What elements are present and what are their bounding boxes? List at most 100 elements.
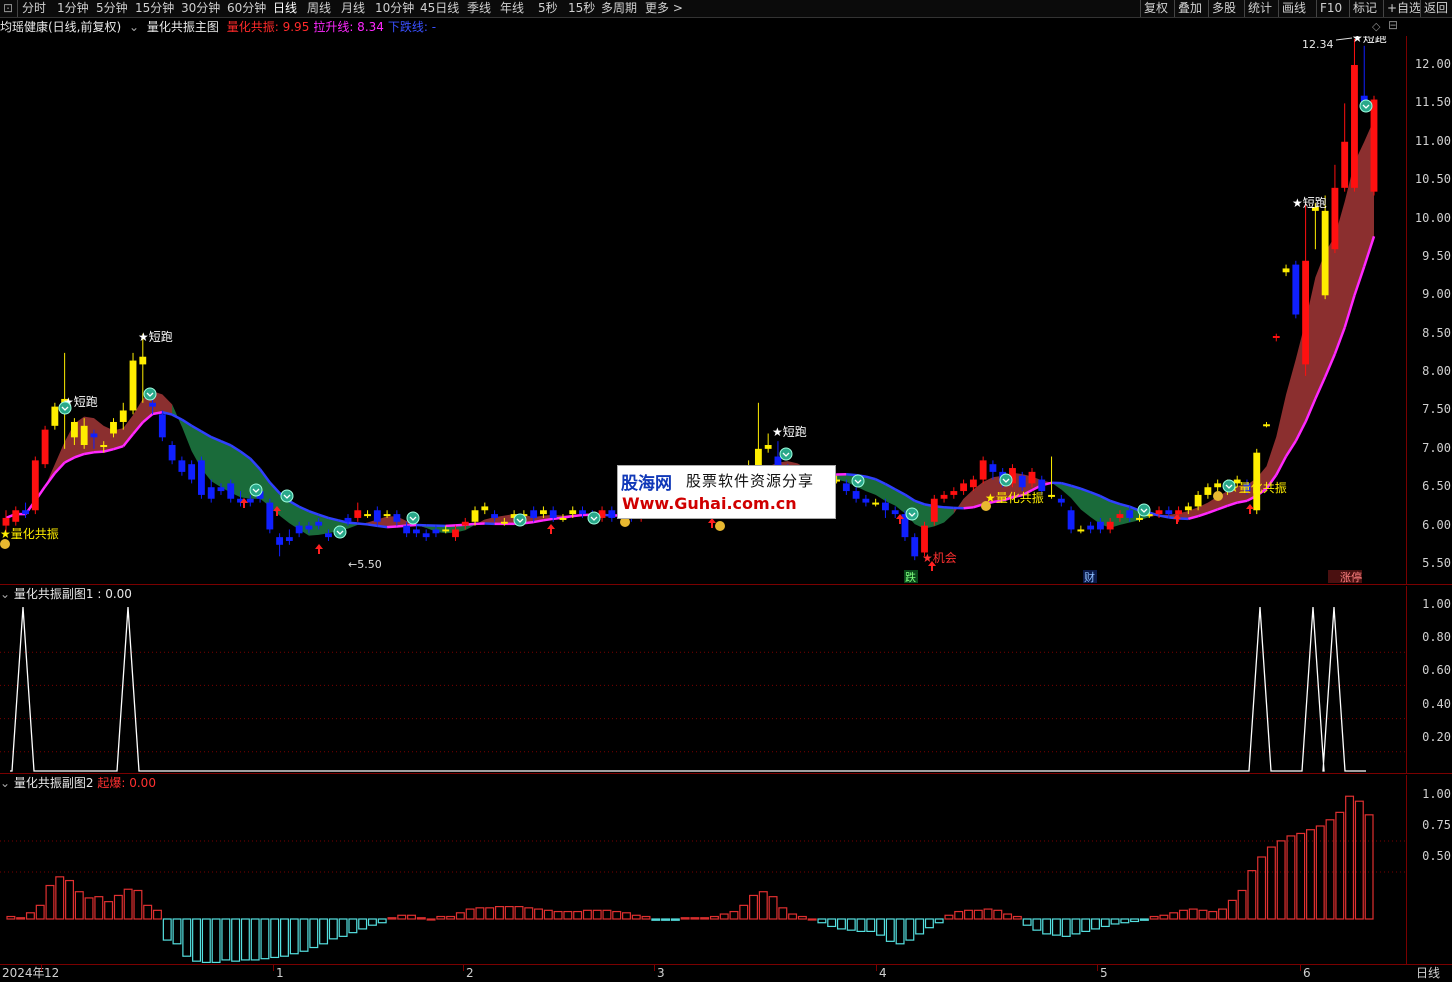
candle-body[interactable] <box>1283 268 1290 272</box>
candle-body[interactable] <box>22 510 29 514</box>
candle-body[interactable] <box>178 460 185 472</box>
candle-body[interactable] <box>32 460 39 510</box>
candle-body[interactable] <box>110 422 117 434</box>
candle-body[interactable] <box>560 518 567 520</box>
indicator-name[interactable]: 量化共振主图 <box>147 20 219 34</box>
candle-body[interactable] <box>579 510 586 514</box>
candle-body[interactable] <box>892 510 899 514</box>
candle-body[interactable] <box>1117 514 1124 518</box>
candle-body[interactable] <box>1126 510 1133 518</box>
candle-body[interactable] <box>91 433 98 437</box>
candle-body[interactable] <box>941 495 948 499</box>
toolbar-button-7[interactable]: +自选 <box>1387 0 1421 17</box>
collapse-icon[interactable]: ⌄ <box>0 587 10 601</box>
candle-body[interactable] <box>286 537 293 541</box>
candle-body[interactable] <box>51 407 58 426</box>
candle-body[interactable] <box>1068 510 1075 529</box>
candle-body[interactable] <box>1331 188 1338 249</box>
sub1-line-chart[interactable] <box>0 600 1406 773</box>
candle-body[interactable] <box>882 503 889 511</box>
collapse-icon[interactable]: ⌄ <box>0 776 10 790</box>
candle-body[interactable] <box>71 422 78 437</box>
tab-0[interactable]: 分时 <box>22 0 46 17</box>
candle-body[interactable] <box>1029 472 1036 484</box>
tab-13[interactable]: 5秒 <box>538 0 558 17</box>
candle-body[interactable] <box>345 518 352 522</box>
candle-body[interactable] <box>227 483 234 498</box>
candle-body[interactable] <box>393 514 400 522</box>
candle-body[interactable] <box>218 487 225 491</box>
candle-body[interactable] <box>354 510 361 518</box>
tab-8[interactable]: 月线 <box>341 0 365 17</box>
toolbar-button-5[interactable]: F10 <box>1320 0 1342 17</box>
candle-body[interactable] <box>305 526 312 530</box>
candle-body[interactable] <box>921 526 928 553</box>
candle-body[interactable] <box>1351 65 1358 188</box>
tab-14[interactable]: 15秒 <box>568 0 595 17</box>
candle-body[interactable] <box>42 430 49 465</box>
candle-body[interactable] <box>530 510 537 518</box>
candle-body[interactable] <box>1156 510 1163 514</box>
candle-body[interactable] <box>325 533 332 537</box>
sub2-name[interactable]: 量化共振副图2 <box>14 776 94 790</box>
candle-body[interactable] <box>452 529 459 537</box>
tab-2[interactable]: 5分钟 <box>96 0 128 17</box>
candle-body[interactable] <box>1341 142 1348 188</box>
candle-body[interactable] <box>931 499 938 522</box>
tab-3[interactable]: 15分钟 <box>135 0 174 17</box>
candle-body[interactable] <box>950 491 957 495</box>
candle-body[interactable] <box>188 464 195 479</box>
toolbar-button-1[interactable]: 叠加 <box>1178 0 1202 17</box>
candle-body[interactable] <box>843 483 850 491</box>
candle-body[interactable] <box>1048 495 1055 497</box>
candle-body[interactable] <box>1185 506 1192 510</box>
candle-body[interactable] <box>413 529 420 533</box>
candle-body[interactable] <box>433 529 440 533</box>
period-label[interactable]: 日线 <box>1416 965 1440 981</box>
candle-body[interactable] <box>1273 336 1280 338</box>
candle-body[interactable] <box>384 514 391 516</box>
tab-9[interactable]: 10分钟 <box>375 0 414 17</box>
candle-body[interactable] <box>550 510 557 518</box>
tab-11[interactable]: 季线 <box>467 0 491 17</box>
candle-body[interactable] <box>139 357 146 365</box>
toolbar-button-0[interactable]: 复权 <box>1144 0 1168 17</box>
candle-body[interactable] <box>853 491 860 499</box>
candle-body[interactable] <box>501 522 508 524</box>
candle-body[interactable] <box>1107 522 1114 530</box>
candle-body[interactable] <box>472 510 479 522</box>
candle-body[interactable] <box>374 510 381 522</box>
close-panel-icon[interactable]: ⊟ <box>1388 18 1398 32</box>
collapse-icon[interactable]: ⌄ <box>129 20 139 34</box>
candle-body[interactable] <box>208 487 215 499</box>
candle-body[interactable] <box>403 526 410 534</box>
toolbar-button-2[interactable]: 多股 <box>1212 0 1236 17</box>
candle-body[interactable] <box>423 533 430 537</box>
toolbar-button-6[interactable]: 标记 <box>1353 0 1377 17</box>
candle-body[interactable] <box>980 460 987 479</box>
candle-body[interactable] <box>1019 476 1026 488</box>
candle-body[interactable] <box>960 483 967 491</box>
candle-body[interactable] <box>1058 499 1065 503</box>
candle-body[interactable] <box>3 518 10 526</box>
sub1-name[interactable]: 量化共振副图1 <box>14 587 94 601</box>
candle-body[interactable] <box>81 426 88 445</box>
candle-body[interactable] <box>462 522 469 526</box>
sub2-bar-chart[interactable] <box>0 790 1406 964</box>
candle-body[interactable] <box>1165 510 1172 514</box>
candle-body[interactable] <box>100 445 107 447</box>
candle-body[interactable] <box>315 522 322 526</box>
candle-body[interactable] <box>970 480 977 488</box>
candle-body[interactable] <box>608 510 615 518</box>
candle-body[interactable] <box>169 445 176 460</box>
candle-body[interactable] <box>130 361 137 411</box>
candle-body[interactable] <box>1322 211 1329 295</box>
candle-body[interactable] <box>481 506 488 510</box>
tab-12[interactable]: 年线 <box>500 0 524 17</box>
candle-body[interactable] <box>276 537 283 545</box>
candle-body[interactable] <box>1214 483 1221 487</box>
candle-body[interactable] <box>364 514 371 516</box>
candle-body[interactable] <box>1077 529 1084 531</box>
tab-6[interactable]: 日线 <box>273 0 297 17</box>
candle-body[interactable] <box>1087 526 1094 530</box>
